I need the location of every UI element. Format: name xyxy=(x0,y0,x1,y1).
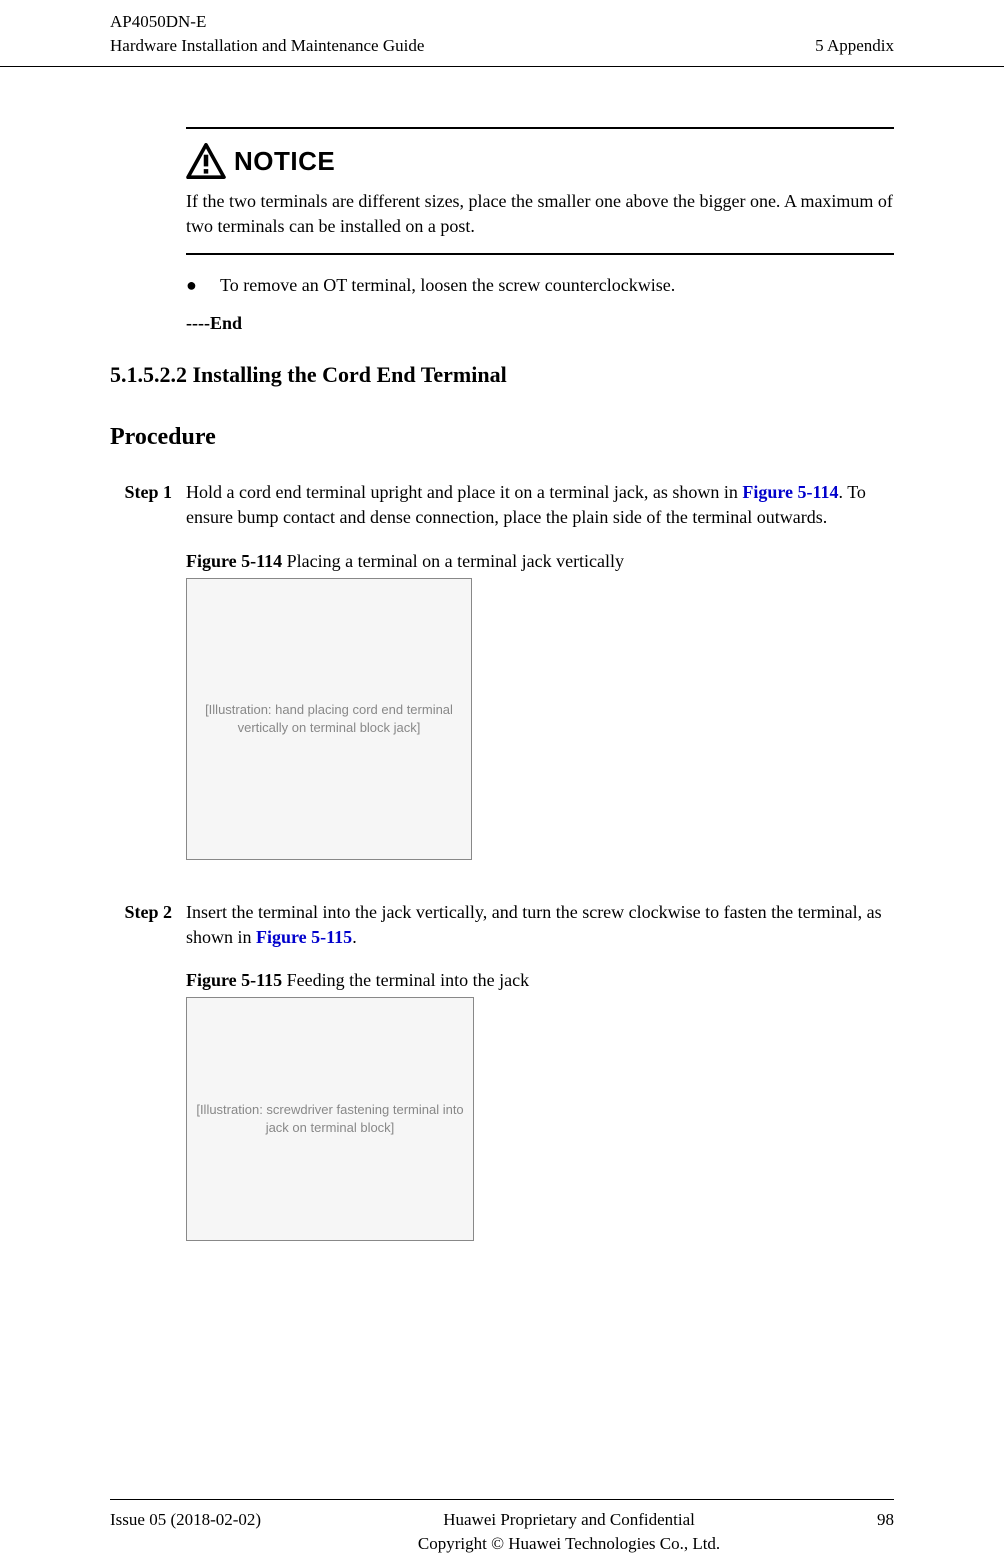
footer-issue: Issue 05 (2018-02-02) xyxy=(110,1508,261,1532)
footer-proprietary: Huawei Proprietary and Confidential xyxy=(261,1508,877,1532)
notice-text: If the two terminals are different sizes… xyxy=(186,189,894,239)
step-2: Step 2 Insert the terminal into the jack… xyxy=(110,900,894,950)
header-left: AP4050DN-E Hardware Installation and Mai… xyxy=(110,10,424,58)
step-2-text-after: . xyxy=(352,927,357,947)
figure-1-image: [Illustration: hand placing cord end ter… xyxy=(186,578,472,860)
page-footer: Issue 05 (2018-02-02) Huawei Proprietary… xyxy=(110,1499,894,1556)
notice-top-rule xyxy=(186,127,894,129)
figure-1-placeholder: [Illustration: hand placing cord end ter… xyxy=(187,693,471,745)
footer-page-number: 98 xyxy=(877,1508,894,1532)
step-1-label: Step 1 xyxy=(110,480,172,530)
end-marker: ----End xyxy=(186,311,894,336)
step-1-text-before: Hold a cord end terminal upright and pla… xyxy=(186,482,742,502)
bullet-icon: ● xyxy=(186,273,198,298)
figure-2-image: [Illustration: screwdriver fastening ter… xyxy=(186,997,474,1241)
notice-block: NOTICE If the two terminals are differen… xyxy=(186,127,894,256)
figure-1-caption-text: Placing a terminal on a terminal jack ve… xyxy=(282,551,624,571)
step-2-label: Step 2 xyxy=(110,900,172,950)
step-1-body: Hold a cord end terminal upright and pla… xyxy=(186,480,894,530)
step-1: Step 1 Hold a cord end terminal upright … xyxy=(110,480,894,530)
doc-title: Hardware Installation and Maintenance Gu… xyxy=(110,34,424,58)
page-header: AP4050DN-E Hardware Installation and Mai… xyxy=(0,0,1004,67)
figure-1-label: Figure 5-114 xyxy=(186,551,282,571)
warning-triangle-icon xyxy=(186,143,226,179)
figure-5-115-link[interactable]: Figure 5-115 xyxy=(256,927,352,947)
bullet-text: To remove an OT terminal, loosen the scr… xyxy=(220,273,675,298)
footer-copyright: Copyright © Huawei Technologies Co., Ltd… xyxy=(261,1532,877,1556)
page-content: NOTICE If the two terminals are differen… xyxy=(0,67,1004,1242)
figure-2-label: Figure 5-115 xyxy=(186,970,282,990)
figure-2-caption-text: Feeding the terminal into the jack xyxy=(282,970,529,990)
product-name: AP4050DN-E xyxy=(110,10,424,34)
procedure-heading: Procedure xyxy=(110,421,894,455)
figure-5-114-link[interactable]: Figure 5-114 xyxy=(742,482,838,502)
notice-title: NOTICE xyxy=(234,143,335,179)
figure-2-placeholder: [Illustration: screwdriver fastening ter… xyxy=(187,1093,473,1145)
footer-center: Huawei Proprietary and Confidential Copy… xyxy=(261,1508,877,1556)
bullet-item: ● To remove an OT terminal, loosen the s… xyxy=(186,273,894,298)
notice-bottom-rule xyxy=(186,253,894,255)
section-heading: 5.1.5.2.2 Installing the Cord End Termin… xyxy=(110,360,894,391)
chapter-label: 5 Appendix xyxy=(815,34,894,58)
figure-2-caption: Figure 5-115 Feeding the terminal into t… xyxy=(186,968,894,993)
notice-header: NOTICE xyxy=(186,143,894,179)
step-2-body: Insert the terminal into the jack vertic… xyxy=(186,900,894,950)
figure-1-caption: Figure 5-114 Placing a terminal on a ter… xyxy=(186,549,894,574)
